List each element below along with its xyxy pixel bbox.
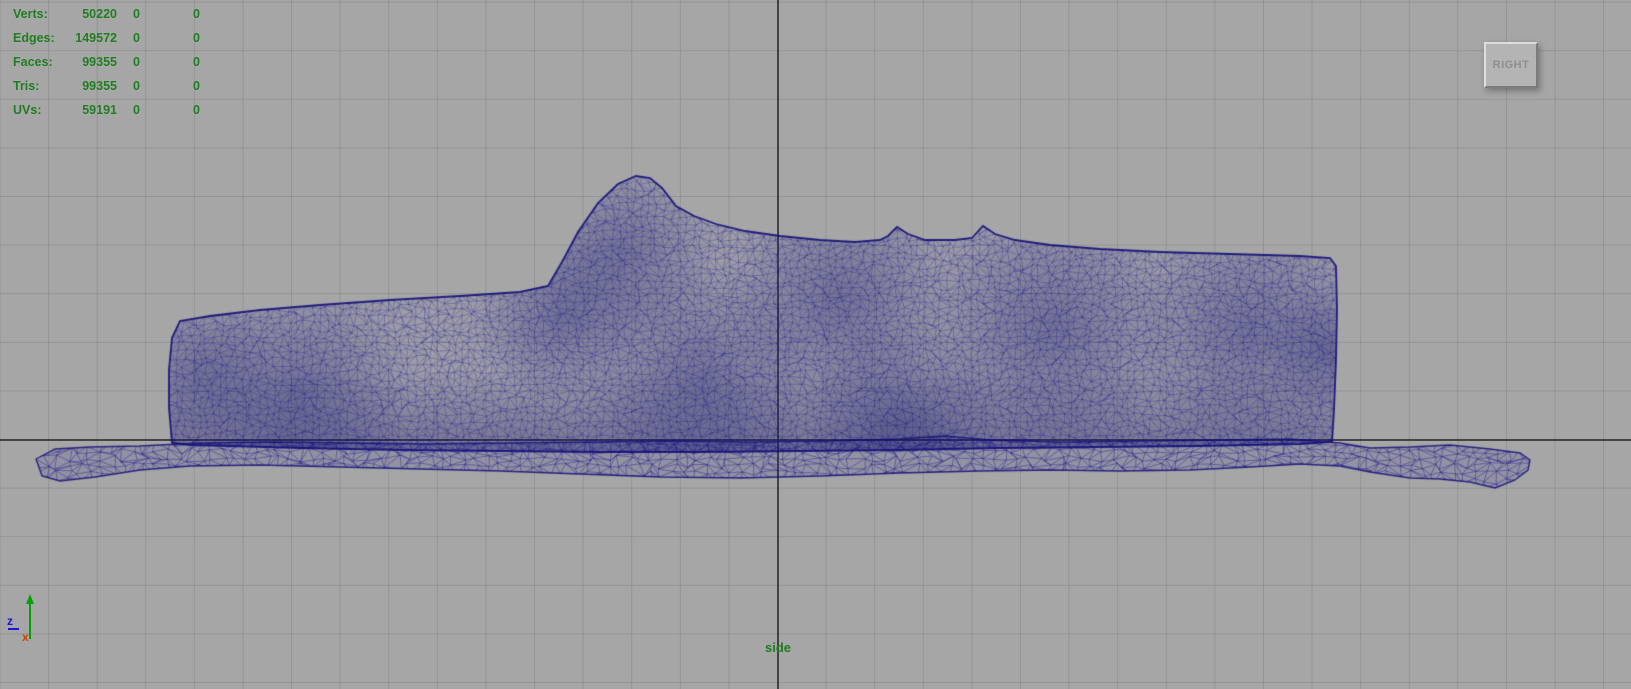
hud-row-tris: Tris: 99355 0 0 — [13, 74, 200, 98]
hud-row-uvs: UVs: 59191 0 0 — [13, 98, 200, 122]
poly-count-hud: Verts: 50220 0 0 Edges: 149572 0 0 Faces… — [13, 2, 200, 122]
view-axis-gizmo: z x — [7, 594, 34, 644]
hud-faces-count: 99355 — [82, 55, 117, 69]
hud-faces-label: Faces: — [13, 55, 53, 69]
hud-tris-col3: 0 — [193, 79, 200, 93]
hud-tris-label: Tris: — [13, 79, 40, 93]
hud-row-edges: Edges: 149572 0 0 — [13, 26, 200, 50]
hud-uvs-col2: 0 — [133, 103, 140, 117]
view-name-label: side — [764, 640, 792, 655]
hud-edges-col3: 0 — [193, 31, 200, 45]
hud-row-faces: Faces: 99355 0 0 — [13, 50, 200, 74]
view-cube-right-button[interactable]: RIGHT — [1484, 42, 1538, 88]
hud-verts-count: 50220 — [82, 7, 117, 21]
hud-edges-col2: 0 — [133, 31, 140, 45]
hud-row-verts: Verts: 50220 0 0 — [13, 2, 200, 26]
hud-uvs-col3: 0 — [193, 103, 200, 117]
hud-uvs-label: UVs: — [13, 103, 42, 117]
hud-verts-label: Verts: — [13, 7, 48, 21]
x-axis-label: x — [22, 630, 29, 644]
hud-tris-count: 99355 — [82, 79, 117, 93]
hud-tris-col2: 0 — [133, 79, 140, 93]
z-axis-label: z — [7, 614, 13, 628]
hud-verts-col2: 0 — [133, 7, 140, 21]
hud-verts-col3: 0 — [193, 7, 200, 21]
maya-orthographic-viewport: Verts: 50220 0 0 Edges: 149572 0 0 Faces… — [0, 0, 1631, 689]
wireframe-mesh-canvas[interactable] — [0, 0, 1631, 689]
hud-edges-count: 149572 — [75, 31, 117, 45]
hud-edges-label: Edges: — [13, 31, 55, 45]
hud-uvs-count: 59191 — [82, 103, 117, 117]
y-axis-arrowhead — [26, 594, 34, 604]
hud-faces-col2: 0 — [133, 55, 140, 69]
hud-faces-col3: 0 — [193, 55, 200, 69]
